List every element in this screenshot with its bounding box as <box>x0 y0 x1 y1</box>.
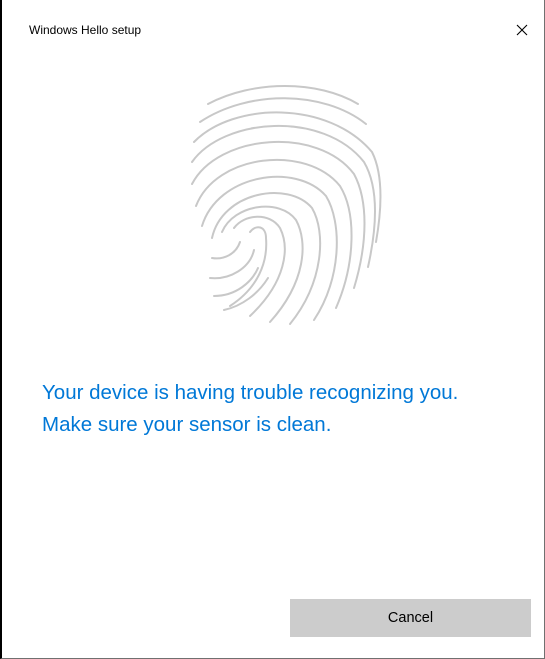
cancel-button[interactable]: Cancel <box>290 599 531 637</box>
message-line-1: Your device is having trouble recognizin… <box>42 381 459 404</box>
status-message: Your device is having trouble recognizin… <box>42 377 537 441</box>
title-bar: Windows Hello setup <box>2 0 544 38</box>
message-line-2: Make sure your sensor is clean. <box>42 413 332 436</box>
fingerprint-icon <box>178 82 388 328</box>
dialog-window: Windows Hello setup Your device is havin… <box>0 0 545 659</box>
close-icon <box>516 24 528 36</box>
close-button[interactable] <box>500 14 544 46</box>
window-title: Windows Hello setup <box>29 23 142 37</box>
